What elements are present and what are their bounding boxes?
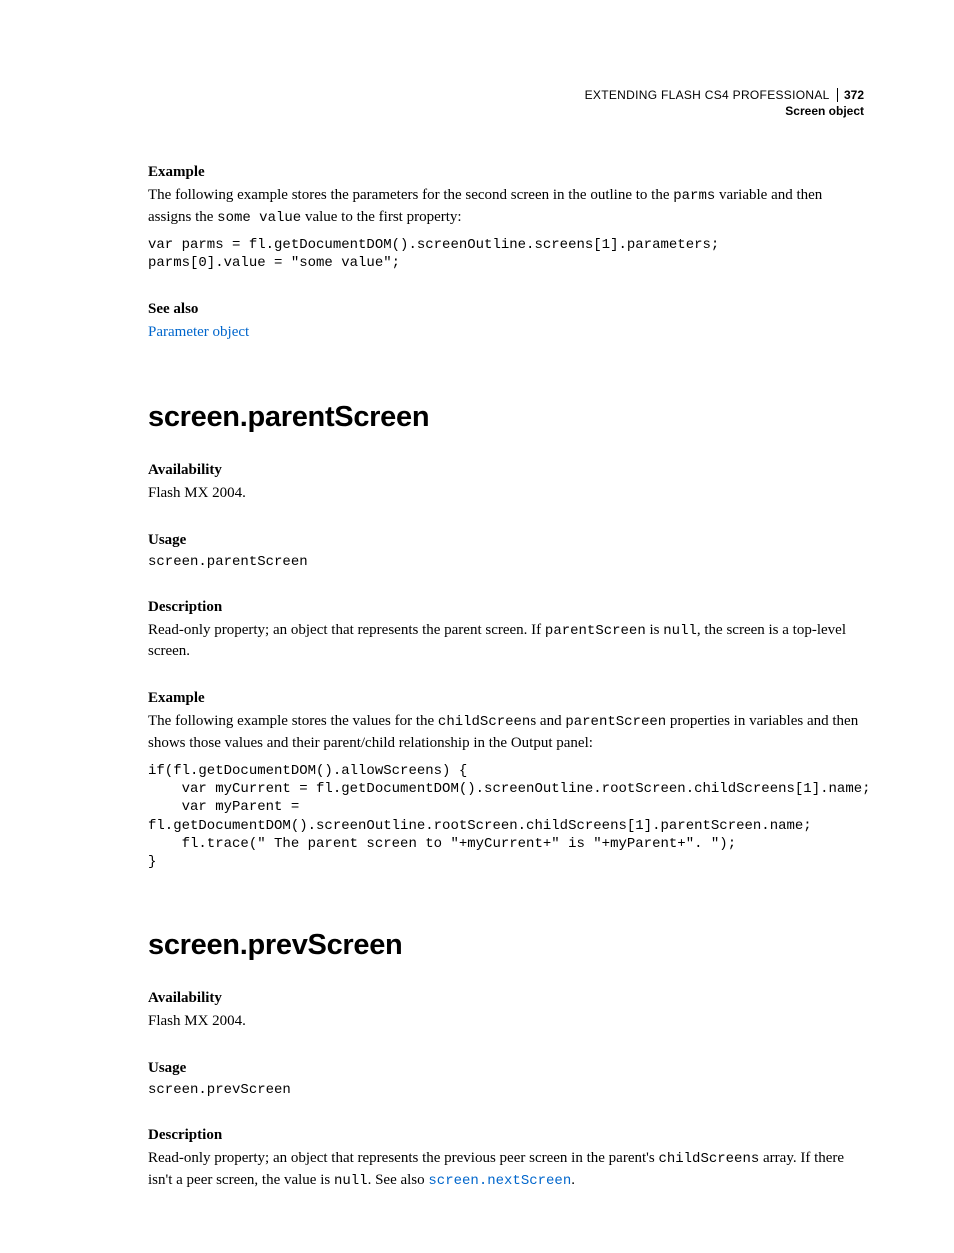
inline-code: some value	[217, 210, 301, 226]
inline-code: parentScreen	[545, 623, 646, 639]
code-block: if(fl.getDocumentDOM().allowScreens) { v…	[148, 762, 864, 871]
seealso-links: Parameter object	[148, 322, 864, 343]
text-fragment: The following example stores the values …	[148, 713, 438, 729]
availability-text: Flash MX 2004.	[148, 483, 864, 504]
link-parameter-object[interactable]: Parameter object	[148, 324, 249, 340]
code-block: var parms = fl.getDocumentDOM().screenOu…	[148, 236, 864, 272]
inline-code: null	[334, 1173, 368, 1189]
text-fragment: Read-only property; an object that repre…	[148, 1150, 658, 1166]
text-fragment: .	[571, 1172, 575, 1188]
api-title-prevscreen: screen.prevScreen	[148, 929, 864, 962]
heading-example: Example	[148, 690, 864, 707]
text-fragment: The following example stores the paramet…	[148, 187, 673, 203]
example-description: The following example stores the values …	[148, 711, 864, 754]
inline-code: null	[663, 623, 697, 639]
heading-description: Description	[148, 599, 864, 616]
header-title-line: EXTENDING FLASH CS4 PROFESSIONAL 372	[585, 88, 864, 104]
heading-usage: Usage	[148, 1060, 864, 1077]
description-text: Read-only property; an object that repre…	[148, 1148, 864, 1191]
heading-example: Example	[148, 164, 864, 181]
heading-description: Description	[148, 1127, 864, 1144]
usage-code: screen.parentScreen	[148, 553, 864, 571]
page-header: EXTENDING FLASH CS4 PROFESSIONAL 372 Scr…	[585, 88, 864, 119]
api-title-parentscreen: screen.parentScreen	[148, 401, 864, 434]
page-number: 372	[837, 88, 864, 102]
heading-availability: Availability	[148, 990, 864, 1007]
description-text: Read-only property; an object that repre…	[148, 620, 864, 663]
text-fragment: s and	[530, 713, 565, 729]
text-fragment: value to the first property:	[301, 209, 461, 225]
heading-availability: Availability	[148, 462, 864, 479]
example-description: The following example stores the paramet…	[148, 185, 864, 228]
text-fragment: . See also	[368, 1172, 429, 1188]
inline-code: childScreens	[658, 1151, 759, 1167]
availability-text: Flash MX 2004.	[148, 1011, 864, 1032]
document-page: EXTENDING FLASH CS4 PROFESSIONAL 372 Scr…	[0, 0, 954, 1253]
text-fragment: is	[646, 622, 664, 638]
text-fragment: Read-only property; an object that repre…	[148, 622, 545, 638]
link-nextscreen[interactable]: screen.nextScreen	[428, 1173, 571, 1189]
inline-code: parentScreen	[565, 714, 666, 730]
inline-code: childScreen	[438, 714, 530, 730]
heading-seealso: See also	[148, 301, 864, 318]
chapter-title: Screen object	[585, 104, 864, 120]
usage-code: screen.prevScreen	[148, 1081, 864, 1099]
inline-code: parms	[673, 188, 715, 204]
heading-usage: Usage	[148, 532, 864, 549]
book-title: EXTENDING FLASH CS4 PROFESSIONAL	[585, 88, 830, 102]
